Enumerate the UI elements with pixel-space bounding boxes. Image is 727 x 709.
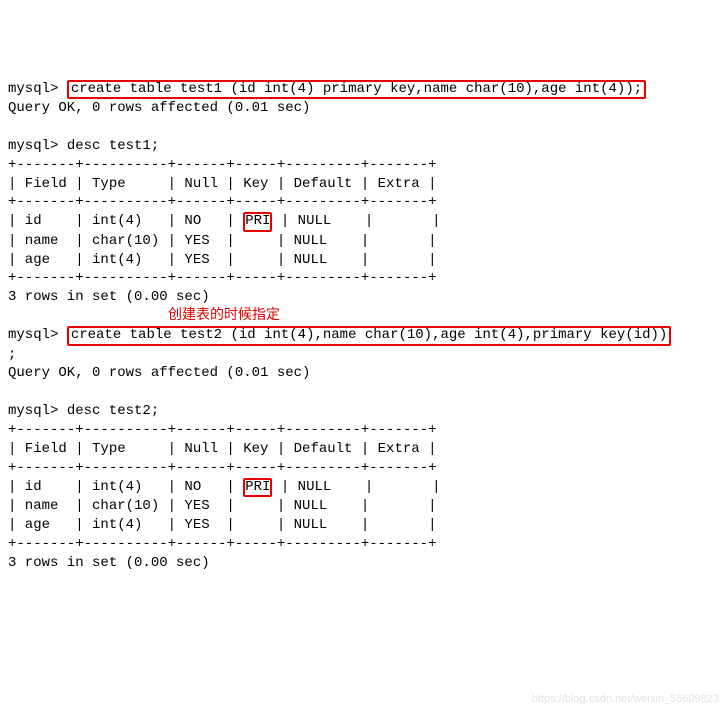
- table-border: +-------+----------+------+-----+-------…: [8, 460, 436, 476]
- table-row: | age | int(4) | YES | | NULL | |: [8, 252, 436, 268]
- table-header: | Field | Type | Null | Key | Default | …: [8, 441, 436, 457]
- table-row-id-post: | NULL | |: [272, 479, 440, 495]
- desc-test2-command: desc test2;: [58, 403, 159, 419]
- table-row: | name | char(10) | YES | | NULL | |: [8, 233, 436, 249]
- table-border: +-------+----------+------+-----+-------…: [8, 536, 436, 552]
- watermark: https://blog.csdn.net/weixin_55609823: [532, 692, 719, 707]
- table-border: +-------+----------+------+-----+-------…: [8, 157, 436, 173]
- table-row-id-post: | NULL | |: [272, 213, 440, 229]
- table-border: +-------+----------+------+-----+-------…: [8, 270, 436, 286]
- mysql-prompt: mysql>: [8, 327, 58, 343]
- rows-in-set: 3 rows in set (0.00 sec): [8, 555, 210, 571]
- table-row: | name | char(10) | YES | | NULL | |: [8, 498, 436, 514]
- create-table-1-command: create table test1 (id int(4) primary ke…: [67, 80, 646, 99]
- annotation-text: 创建表的时候指定: [168, 307, 280, 326]
- table-row-id-pre: | id | int(4) | NO |: [8, 479, 243, 495]
- pri-key-highlight: PRI: [243, 212, 272, 231]
- mysql-prompt: mysql>: [8, 138, 58, 154]
- table-row: | age | int(4) | YES | | NULL | |: [8, 517, 436, 533]
- rows-in-set: 3 rows in set (0.00 sec): [8, 289, 210, 305]
- mysql-prompt: mysql>: [8, 403, 58, 419]
- query-ok-2: Query OK, 0 rows affected (0.01 sec): [8, 365, 310, 381]
- query-ok-1: Query OK, 0 rows affected (0.01 sec): [8, 100, 310, 116]
- table-border: +-------+----------+------+-----+-------…: [8, 422, 436, 438]
- terminal-output: mysql> create table test1 (id int(4) pri…: [8, 80, 719, 573]
- table-header: | Field | Type | Null | Key | Default | …: [8, 176, 436, 192]
- desc-test1-command: desc test1;: [58, 138, 159, 154]
- pri-key-highlight: PRI: [243, 478, 272, 497]
- create-table-2-command: create table test2 (id int(4),name char(…: [67, 326, 672, 345]
- table-row-id-pre: | id | int(4) | NO |: [8, 213, 243, 229]
- table-border: +-------+----------+------+-----+-------…: [8, 194, 436, 210]
- mysql-prompt: mysql>: [8, 81, 58, 97]
- trailing-semicolon: ;: [8, 347, 16, 363]
